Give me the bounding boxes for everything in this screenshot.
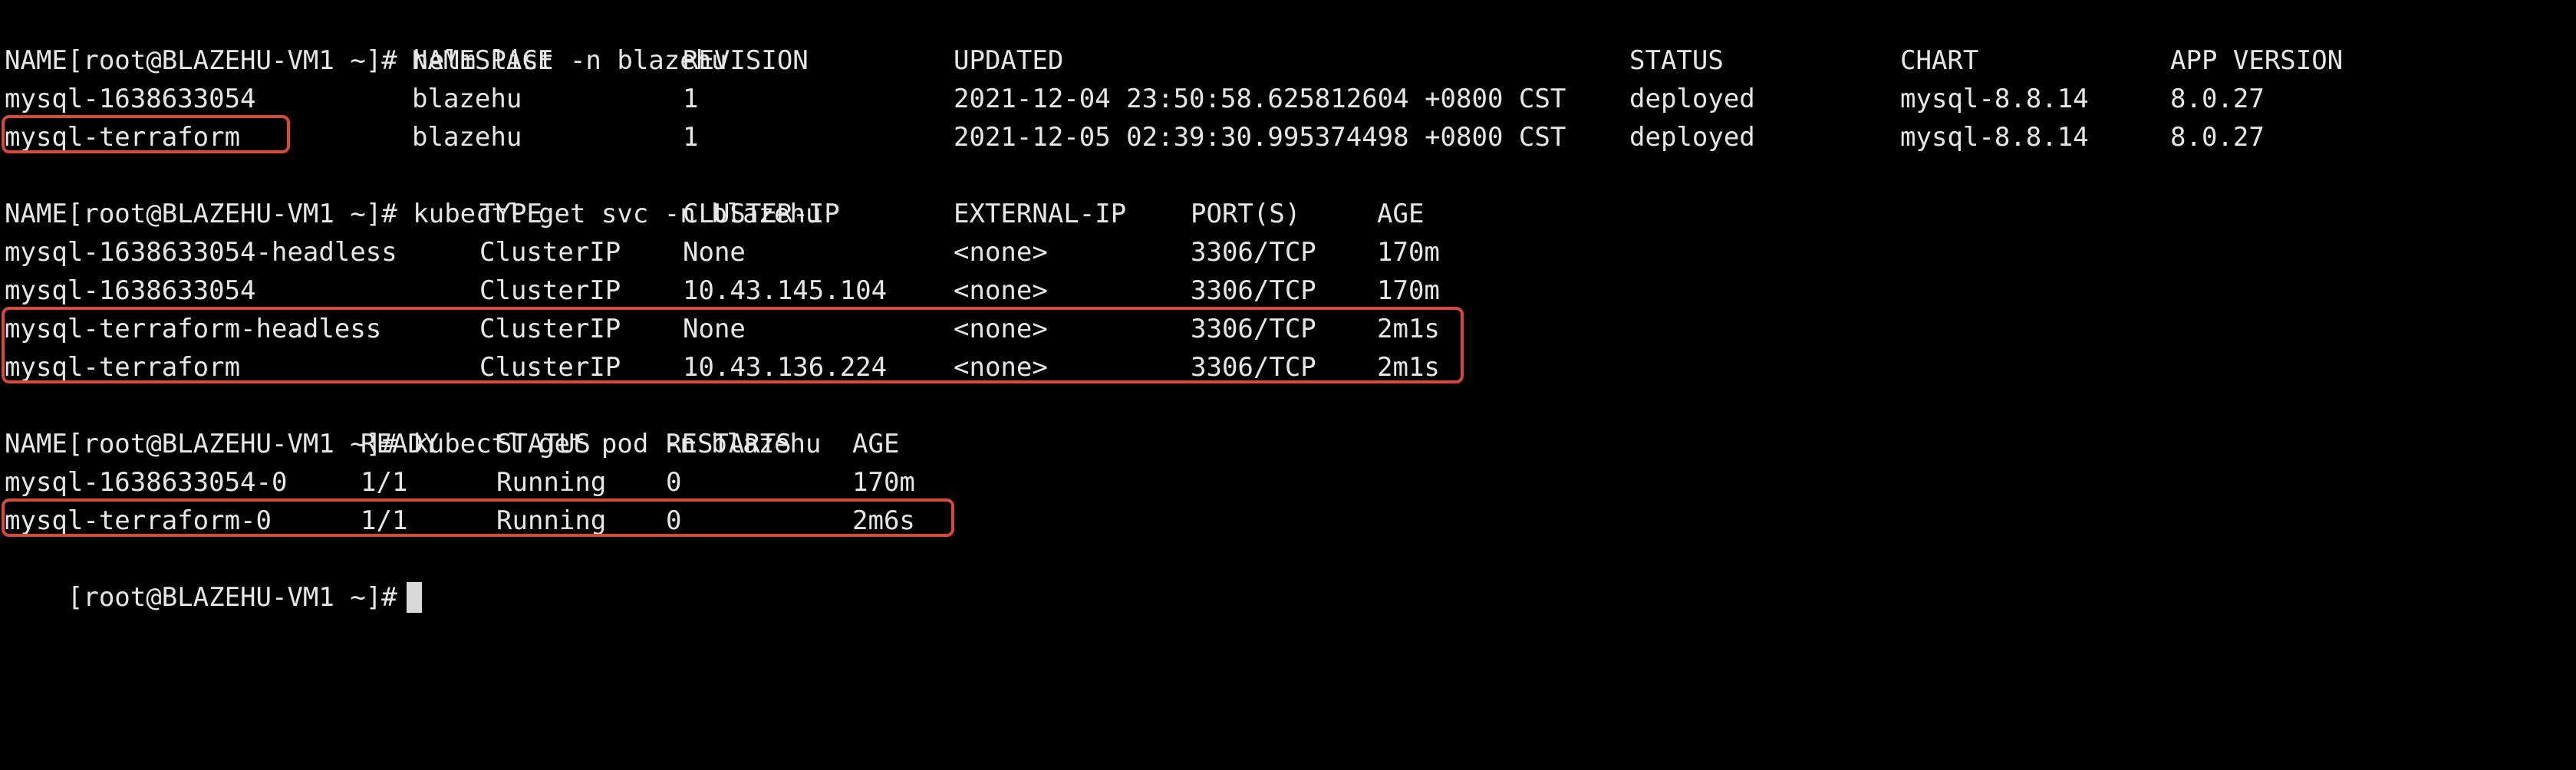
svc-cell-ports: 3306/TCP: [1191, 275, 1316, 306]
svc-cell-type: ClusterIP: [479, 275, 621, 306]
pod-cell-age: 2m6s: [852, 505, 915, 536]
pod-cell-status: Running: [496, 467, 607, 498]
prompt: [root@BLAZEHU-VM1 ~]#: [67, 199, 397, 229]
pod-cell-age: 170m: [852, 467, 915, 498]
svc-cell-external-ip: <none>: [954, 237, 1048, 268]
helm-header-row: NAME NAMESPACE REVISION UPDATED STATUS C…: [5, 41, 2343, 80]
helm-cell-name: mysql-terraform: [5, 122, 241, 153]
svc-cell-ports: 3306/TCP: [1191, 237, 1316, 268]
svc-cell-type: ClusterIP: [479, 352, 621, 383]
svc-cell-name: mysql-1638633054-headless: [5, 237, 397, 268]
svc-cell-age: 2m1s: [1377, 352, 1440, 383]
table-row: mysql-1638633054 blazehu 1 2021-12-04 23…: [5, 80, 2265, 118]
svc-cell-name: mysql-terraform: [5, 352, 241, 383]
helm-col-chart: CHART: [1900, 45, 1979, 76]
pod-cell-restarts: 0: [666, 467, 682, 498]
helm-col-updated: UPDATED: [954, 45, 1064, 76]
table-row: mysql-1638633054 ClusterIP 10.43.145.104…: [5, 271, 1440, 310]
prompt: [root@BLAZEHU-VM1 ~]#: [67, 429, 397, 459]
svc-cell-ports: 3306/TCP: [1191, 352, 1316, 383]
svc-header-row: NAME TYPE CLUSTER-IP EXTERNAL-IP PORT(S)…: [5, 195, 1424, 233]
helm-cell-namespace: blazehu: [412, 84, 522, 114]
svc-cell-name: mysql-1638633054: [5, 275, 256, 306]
prompt-line-svc: [root@BLAZEHU-VM1 ~]# kubectl get svc -n…: [5, 156, 822, 229]
svc-cell-type: ClusterIP: [479, 314, 621, 344]
svc-col-name: NAME: [5, 199, 68, 229]
helm-cell-updated: 2021-12-05 02:39:30.995374498 +0800 CST: [954, 122, 1566, 153]
helm-cell-namespace: blazehu: [412, 122, 522, 153]
pod-cell-name: mysql-terraform-0: [5, 505, 272, 536]
svc-cell-cluster-ip: None: [683, 237, 746, 268]
table-row: mysql-terraform-0 1/1 Running 0 2m6s: [5, 502, 915, 540]
svc-cell-age: 170m: [1377, 275, 1440, 306]
helm-col-name: NAME: [5, 45, 68, 76]
svc-cell-cluster-ip: 10.43.136.224: [683, 352, 888, 383]
svc-cell-cluster-ip: 10.43.145.104: [683, 275, 888, 306]
svc-col-age: AGE: [1377, 199, 1425, 229]
svc-cell-age: 2m1s: [1377, 314, 1440, 344]
prompt: [root@BLAZEHU-VM1 ~]#: [67, 45, 397, 76]
svc-cell-name: mysql-terraform-headless: [5, 314, 382, 344]
table-row: mysql-terraform blazehu 1 2021-12-05 02:…: [5, 118, 2265, 156]
helm-col-status: STATUS: [1629, 45, 1724, 76]
pod-cell-status: Running: [496, 505, 607, 536]
terminal-window[interactable]: [root@BLAZEHU-VM1 ~]# helm list -n blaze…: [2, 3, 2567, 613]
pod-col-restarts: RESTARTS: [666, 429, 792, 459]
svc-cell-external-ip: <none>: [954, 352, 1048, 383]
svc-col-cluster-ip: CLUSTER-IP: [683, 199, 840, 229]
pod-col-status: STATUS: [496, 429, 591, 459]
svc-col-external-ip: EXTERNAL-IP: [954, 199, 1127, 229]
cursor-block: [406, 581, 422, 613]
prompt-line-helm: [root@BLAZEHU-VM1 ~]# helm list -n blaze…: [5, 3, 727, 76]
table-row: mysql-1638633054-headless ClusterIP None…: [5, 233, 1440, 271]
svc-cell-cluster-ip: None: [683, 314, 746, 344]
pod-header-row: NAME READY STATUS RESTARTS AGE: [5, 425, 899, 463]
helm-col-revision: REVISION: [683, 45, 809, 76]
helm-cell-revision: 1: [683, 122, 699, 153]
helm-col-namespace: NAMESPACE: [412, 45, 554, 76]
helm-cell-chart: mysql-8.8.14: [1900, 84, 2089, 114]
pod-cell-name: mysql-1638633054-0: [5, 467, 288, 498]
prompt: [root@BLAZEHU-VM1 ~]#: [67, 582, 397, 613]
svc-cell-external-ip: <none>: [954, 275, 1048, 306]
helm-cell-chart: mysql-8.8.14: [1900, 122, 2089, 153]
pod-cell-restarts: 0: [666, 505, 682, 536]
pod-cell-ready: 1/1: [361, 467, 408, 498]
table-row: mysql-1638633054-0 1/1 Running 0 170m: [5, 463, 915, 502]
pod-col-name: NAME: [5, 429, 68, 459]
helm-cell-app-version: 8.0.27: [2170, 122, 2265, 153]
svc-col-ports: PORT(S): [1191, 199, 1301, 229]
svc-cell-ports: 3306/TCP: [1191, 314, 1316, 344]
pod-col-ready: READY: [361, 429, 440, 459]
svc-col-type: TYPE: [479, 199, 542, 229]
helm-cell-status: deployed: [1629, 122, 1755, 153]
svc-cell-external-ip: <none>: [954, 314, 1048, 344]
svc-cell-type: ClusterIP: [479, 237, 621, 268]
helm-cell-app-version: 8.0.27: [2170, 84, 2265, 114]
pod-cell-ready: 1/1: [361, 505, 408, 536]
prompt-line-active[interactable]: [root@BLAZEHU-VM1 ~]#: [5, 540, 422, 613]
table-row: mysql-terraform ClusterIP 10.43.136.224 …: [5, 348, 1440, 387]
pod-col-age: AGE: [852, 429, 900, 459]
helm-cell-revision: 1: [683, 84, 699, 114]
helm-col-app-version: APP VERSION: [2170, 45, 2344, 76]
prompt-line-pod: [root@BLAZEHU-VM1 ~]# kubectl get pod -n…: [5, 387, 822, 459]
helm-cell-updated: 2021-12-04 23:50:58.625812604 +0800 CST: [954, 84, 1566, 114]
helm-cell-status: deployed: [1629, 84, 1755, 114]
table-row: mysql-terraform-headless ClusterIP None …: [5, 310, 1440, 348]
svc-cell-age: 170m: [1377, 237, 1440, 268]
helm-cell-name: mysql-1638633054: [5, 84, 256, 114]
